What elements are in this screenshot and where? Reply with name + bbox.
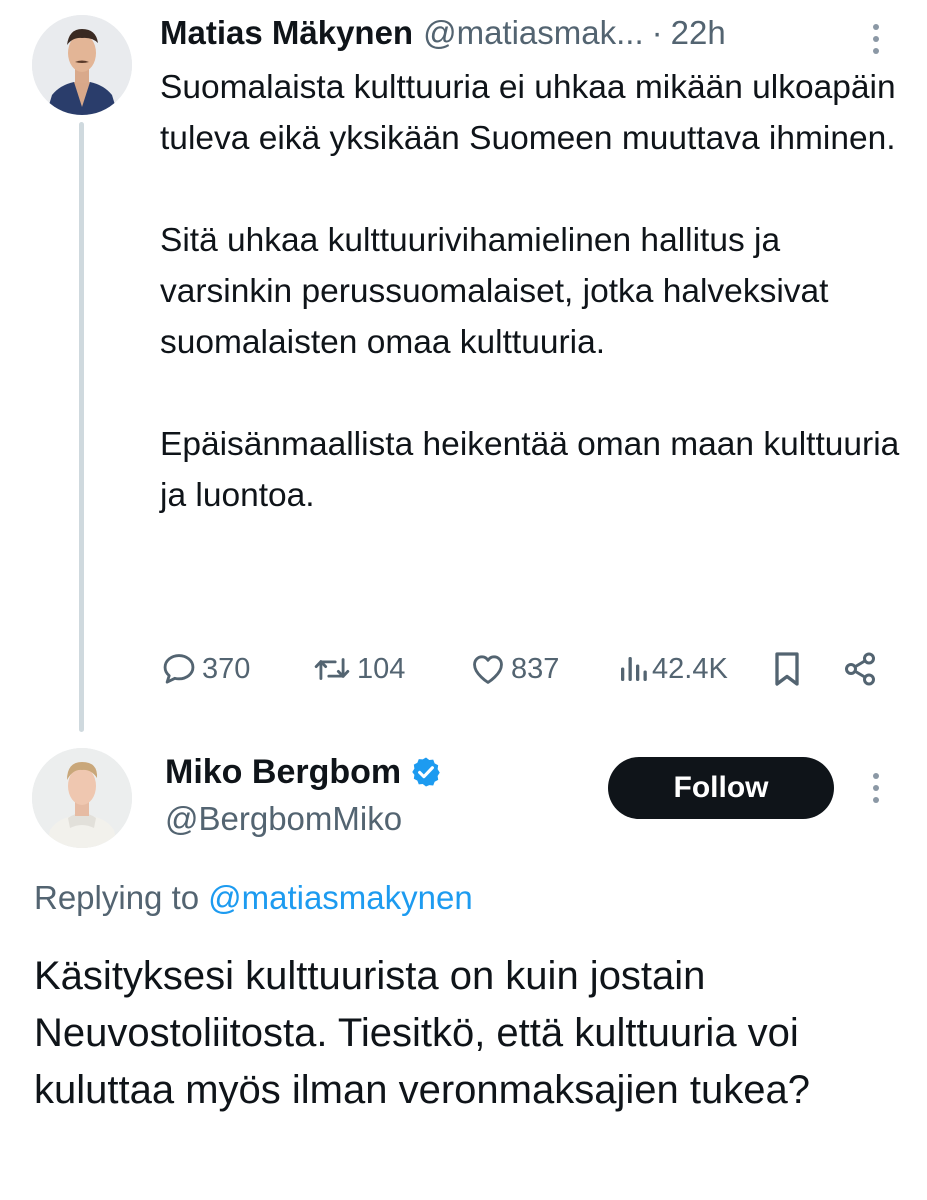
replying-to-line: Replying to @matiasmakynen [34,874,473,922]
heart-icon [473,655,503,684]
parent-paragraph-3: Epäisänmaallista heikentää oman maan kul… [160,426,900,514]
parent-tweet-text: Suomalaista kulttuuria ei uhkaa mikään u… [160,62,900,521]
reply-author-name[interactable]: Miko Bergbom [165,753,401,792]
follow-button[interactable]: Follow [608,757,834,819]
parent-timestamp[interactable]: 22h [671,14,726,52]
repost-button[interactable]: 104 [311,646,405,692]
reply-button[interactable]: 370 [160,646,250,692]
thread-line [79,122,84,732]
repost-count: 104 [357,652,406,685]
speech-bubble-icon [163,654,195,684]
bookmark-button[interactable] [770,646,804,692]
view-count: 42.4K [652,652,728,685]
header-separator: · [651,14,663,51]
avatar-matias[interactable] [32,15,132,115]
reply-more-options-icon[interactable] [872,773,880,803]
reply-tweet-text: Käsityksesi kulttuurista on kuin jostain… [34,954,810,1112]
parent-action-bar: 370 104 837 42.4K [160,646,890,692]
replying-to-mention-link[interactable]: @matiasmakynen [208,879,473,917]
parent-more-options-icon[interactable] [872,24,880,54]
parent-tweet-header: Matias Mäkynen @matiasmak... · 22h [160,10,726,56]
verified-badge-icon[interactable] [409,755,443,789]
share-button[interactable] [842,646,878,692]
bar-chart-icon [621,657,647,681]
reply-author-handle[interactable]: @BergbomMiko [165,796,402,842]
like-button[interactable]: 837 [469,646,559,692]
like-count: 837 [511,652,560,685]
avatar-miko[interactable] [32,748,132,848]
parent-author-handle[interactable]: @matiasmak... [423,14,644,52]
reply-count: 370 [202,652,251,685]
parent-paragraph-1: Suomalaista kulttuuria ei uhkaa mikään u… [160,69,896,157]
parent-paragraph-2: Sitä uhkaa kulttuurivihamielinen hallitu… [160,222,829,361]
replying-to-label: Replying to [34,879,200,916]
share-icon [845,652,875,686]
bookmark-icon [775,652,799,686]
repost-arrows-icon [314,658,350,680]
reply-author-row: Miko Bergbom [165,748,443,796]
parent-author-name[interactable]: Matias Mäkynen [160,14,413,52]
views-button[interactable]: 42.4K [618,646,728,692]
